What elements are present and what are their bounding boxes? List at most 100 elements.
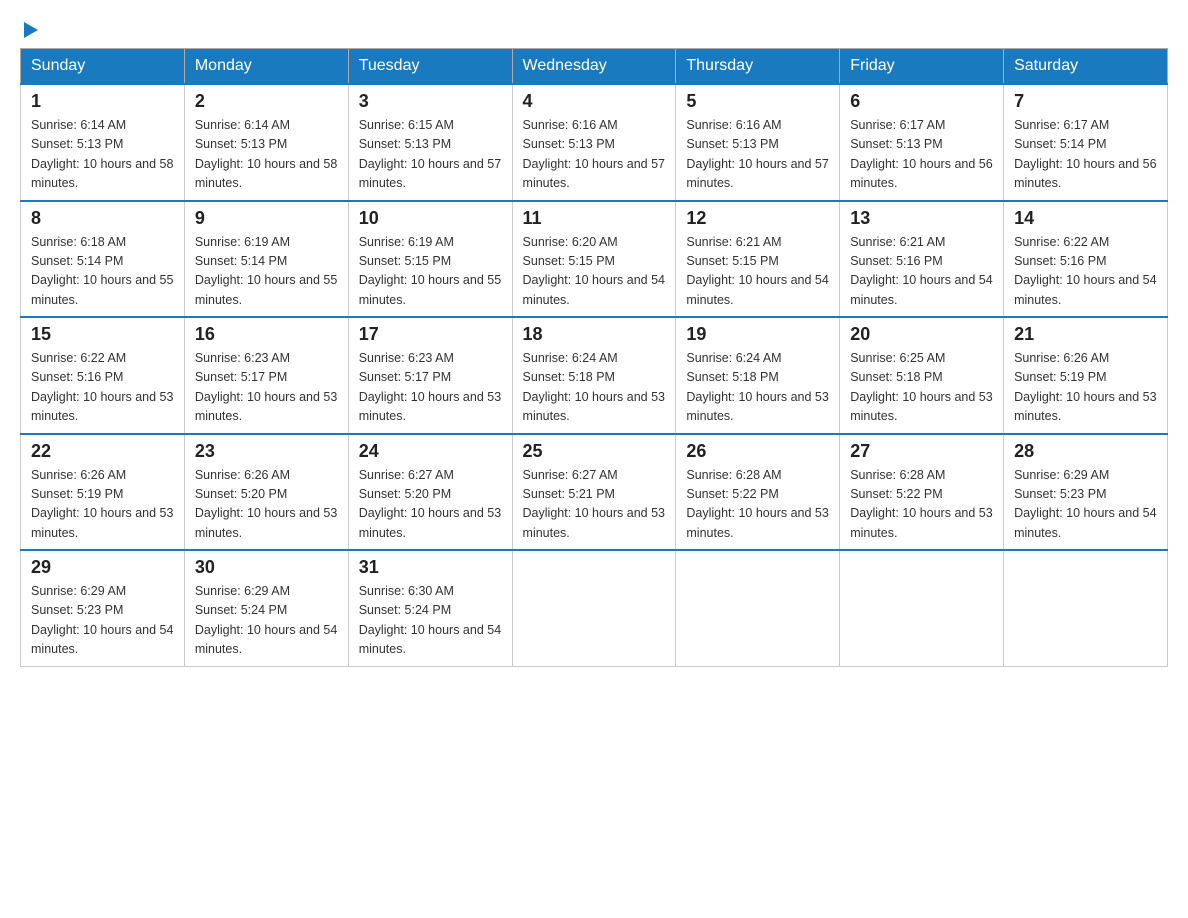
day-number: 26 bbox=[686, 441, 829, 462]
calendar-week-row: 22 Sunrise: 6:26 AMSunset: 5:19 PMDayligh… bbox=[21, 434, 1168, 551]
day-of-week-sunday: Sunday bbox=[21, 49, 185, 85]
day-number: 28 bbox=[1014, 441, 1157, 462]
calendar-cell: 31 Sunrise: 6:30 AMSunset: 5:24 PMDayligh… bbox=[348, 550, 512, 666]
calendar-cell: 21Sunrise: 6:26 AMSunset: 5:19 PMDayligh… bbox=[1004, 317, 1168, 434]
day-number: 31 bbox=[359, 557, 502, 578]
day-of-week-friday: Friday bbox=[840, 49, 1004, 85]
day-number: 5 bbox=[686, 91, 829, 112]
calendar-cell: 14 Sunrise: 6:22 AMSunset: 5:16 PMDayligh… bbox=[1004, 201, 1168, 318]
day-info: Sunrise: 6:28 AMSunset: 5:22 PMDaylight:… bbox=[850, 466, 993, 544]
calendar-cell: 23 Sunrise: 6:26 AMSunset: 5:20 PMDayligh… bbox=[184, 434, 348, 551]
calendar-cell: 18 Sunrise: 6:24 AMSunset: 5:18 PMDayligh… bbox=[512, 317, 676, 434]
day-info: Sunrise: 6:25 AMSunset: 5:18 PMDaylight:… bbox=[850, 349, 993, 427]
day-info: Sunrise: 6:26 AMSunset: 5:19 PMDaylight:… bbox=[31, 466, 174, 544]
day-number: 24 bbox=[359, 441, 502, 462]
day-of-week-thursday: Thursday bbox=[676, 49, 840, 85]
day-of-week-saturday: Saturday bbox=[1004, 49, 1168, 85]
day-number: 6 bbox=[850, 91, 993, 112]
day-number: 15 bbox=[31, 324, 174, 345]
calendar-cell: 29 Sunrise: 6:29 AMSunset: 5:23 PMDayligh… bbox=[21, 550, 185, 666]
page-header bbox=[20, 20, 1168, 38]
day-number: 1 bbox=[31, 91, 174, 112]
day-info: Sunrise: 6:16 AMSunset: 5:13 PMDaylight:… bbox=[686, 116, 829, 194]
calendar-cell: 2Sunrise: 6:14 AMSunset: 5:13 PMDaylight… bbox=[184, 84, 348, 201]
day-info: Sunrise: 6:21 AMSunset: 5:15 PMDaylight:… bbox=[686, 233, 829, 311]
day-info: Sunrise: 6:29 AMSunset: 5:23 PMDaylight:… bbox=[31, 582, 174, 660]
calendar-cell bbox=[1004, 550, 1168, 666]
calendar-table: SundayMondayTuesdayWednesdayThursdayFrid… bbox=[20, 48, 1168, 667]
calendar-week-row: 29 Sunrise: 6:29 AMSunset: 5:23 PMDayligh… bbox=[21, 550, 1168, 666]
day-number: 22 bbox=[31, 441, 174, 462]
day-number: 21 bbox=[1014, 324, 1157, 345]
calendar-cell: 8 Sunrise: 6:18 AMSunset: 5:14 PMDaylight… bbox=[21, 201, 185, 318]
calendar-cell: 20 Sunrise: 6:25 AMSunset: 5:18 PMDayligh… bbox=[840, 317, 1004, 434]
day-info: Sunrise: 6:28 AMSunset: 5:22 PMDaylight:… bbox=[686, 466, 829, 544]
day-number: 8 bbox=[31, 208, 174, 229]
day-info: Sunrise: 6:14 AMSunset: 5:13 PMDaylight:… bbox=[31, 116, 174, 194]
day-info: Sunrise: 6:26 AMSunset: 5:20 PMDaylight:… bbox=[195, 466, 338, 544]
calendar-cell: 1 Sunrise: 6:14 AMSunset: 5:13 PMDaylight… bbox=[21, 84, 185, 201]
day-info: Sunrise: 6:16 AMSunset: 5:13 PMDaylight:… bbox=[523, 116, 666, 194]
calendar-cell bbox=[512, 550, 676, 666]
day-number: 13 bbox=[850, 208, 993, 229]
day-info: Sunrise: 6:17 AMSunset: 5:14 PMDaylight:… bbox=[1014, 116, 1157, 194]
day-number: 9 bbox=[195, 208, 338, 229]
day-number: 20 bbox=[850, 324, 993, 345]
day-info: Sunrise: 6:23 AMSunset: 5:17 PMDaylight:… bbox=[195, 349, 338, 427]
calendar-cell: 12 Sunrise: 6:21 AMSunset: 5:15 PMDayligh… bbox=[676, 201, 840, 318]
day-info: Sunrise: 6:30 AMSunset: 5:24 PMDaylight:… bbox=[359, 582, 502, 660]
day-number: 11 bbox=[523, 208, 666, 229]
calendar-cell: 22 Sunrise: 6:26 AMSunset: 5:19 PMDayligh… bbox=[21, 434, 185, 551]
calendar-cell: 27 Sunrise: 6:28 AMSunset: 5:22 PMDayligh… bbox=[840, 434, 1004, 551]
calendar-week-row: 15 Sunrise: 6:22 AMSunset: 5:16 PMDayligh… bbox=[21, 317, 1168, 434]
day-info: Sunrise: 6:15 AMSunset: 5:13 PMDaylight:… bbox=[359, 116, 502, 194]
calendar-cell: 28Sunrise: 6:29 AMSunset: 5:23 PMDayligh… bbox=[1004, 434, 1168, 551]
day-number: 23 bbox=[195, 441, 338, 462]
calendar-cell: 25 Sunrise: 6:27 AMSunset: 5:21 PMDayligh… bbox=[512, 434, 676, 551]
calendar-cell: 24 Sunrise: 6:27 AMSunset: 5:20 PMDayligh… bbox=[348, 434, 512, 551]
day-number: 17 bbox=[359, 324, 502, 345]
day-of-week-wednesday: Wednesday bbox=[512, 49, 676, 85]
day-number: 30 bbox=[195, 557, 338, 578]
day-info: Sunrise: 6:24 AMSunset: 5:18 PMDaylight:… bbox=[523, 349, 666, 427]
day-number: 10 bbox=[359, 208, 502, 229]
calendar-cell: 11 Sunrise: 6:20 AMSunset: 5:15 PMDayligh… bbox=[512, 201, 676, 318]
day-number: 27 bbox=[850, 441, 993, 462]
calendar-week-row: 8 Sunrise: 6:18 AMSunset: 5:14 PMDaylight… bbox=[21, 201, 1168, 318]
calendar-cell: 30Sunrise: 6:29 AMSunset: 5:24 PMDayligh… bbox=[184, 550, 348, 666]
day-info: Sunrise: 6:27 AMSunset: 5:20 PMDaylight:… bbox=[359, 466, 502, 544]
calendar-cell: 7 Sunrise: 6:17 AMSunset: 5:14 PMDaylight… bbox=[1004, 84, 1168, 201]
day-number: 3 bbox=[359, 91, 502, 112]
day-info: Sunrise: 6:22 AMSunset: 5:16 PMDaylight:… bbox=[1014, 233, 1157, 311]
calendar-cell: 16 Sunrise: 6:23 AMSunset: 5:17 PMDayligh… bbox=[184, 317, 348, 434]
day-info: Sunrise: 6:23 AMSunset: 5:17 PMDaylight:… bbox=[359, 349, 502, 427]
day-info: Sunrise: 6:20 AMSunset: 5:15 PMDaylight:… bbox=[523, 233, 666, 311]
calendar-cell: 10Sunrise: 6:19 AMSunset: 5:15 PMDayligh… bbox=[348, 201, 512, 318]
calendar-cell: 15 Sunrise: 6:22 AMSunset: 5:16 PMDayligh… bbox=[21, 317, 185, 434]
calendar-cell: 26 Sunrise: 6:28 AMSunset: 5:22 PMDayligh… bbox=[676, 434, 840, 551]
day-info: Sunrise: 6:19 AMSunset: 5:14 PMDaylight:… bbox=[195, 233, 338, 311]
day-number: 18 bbox=[523, 324, 666, 345]
day-info: Sunrise: 6:18 AMSunset: 5:14 PMDaylight:… bbox=[31, 233, 174, 311]
calendar-cell bbox=[840, 550, 1004, 666]
calendar-cell: 6Sunrise: 6:17 AMSunset: 5:13 PMDaylight… bbox=[840, 84, 1004, 201]
logo bbox=[20, 20, 38, 38]
day-of-week-monday: Monday bbox=[184, 49, 348, 85]
day-number: 25 bbox=[523, 441, 666, 462]
calendar-cell: 19Sunrise: 6:24 AMSunset: 5:18 PMDayligh… bbox=[676, 317, 840, 434]
day-number: 19 bbox=[686, 324, 829, 345]
day-number: 16 bbox=[195, 324, 338, 345]
day-number: 4 bbox=[523, 91, 666, 112]
day-of-week-tuesday: Tuesday bbox=[348, 49, 512, 85]
calendar-cell: 4 Sunrise: 6:16 AMSunset: 5:13 PMDaylight… bbox=[512, 84, 676, 201]
day-number: 29 bbox=[31, 557, 174, 578]
day-number: 12 bbox=[686, 208, 829, 229]
day-number: 14 bbox=[1014, 208, 1157, 229]
day-number: 7 bbox=[1014, 91, 1157, 112]
day-info: Sunrise: 6:22 AMSunset: 5:16 PMDaylight:… bbox=[31, 349, 174, 427]
calendar-header-row: SundayMondayTuesdayWednesdayThursdayFrid… bbox=[21, 49, 1168, 85]
calendar-cell: 3 Sunrise: 6:15 AMSunset: 5:13 PMDaylight… bbox=[348, 84, 512, 201]
calendar-cell: 9 Sunrise: 6:19 AMSunset: 5:14 PMDaylight… bbox=[184, 201, 348, 318]
day-info: Sunrise: 6:27 AMSunset: 5:21 PMDaylight:… bbox=[523, 466, 666, 544]
day-info: Sunrise: 6:21 AMSunset: 5:16 PMDaylight:… bbox=[850, 233, 993, 311]
